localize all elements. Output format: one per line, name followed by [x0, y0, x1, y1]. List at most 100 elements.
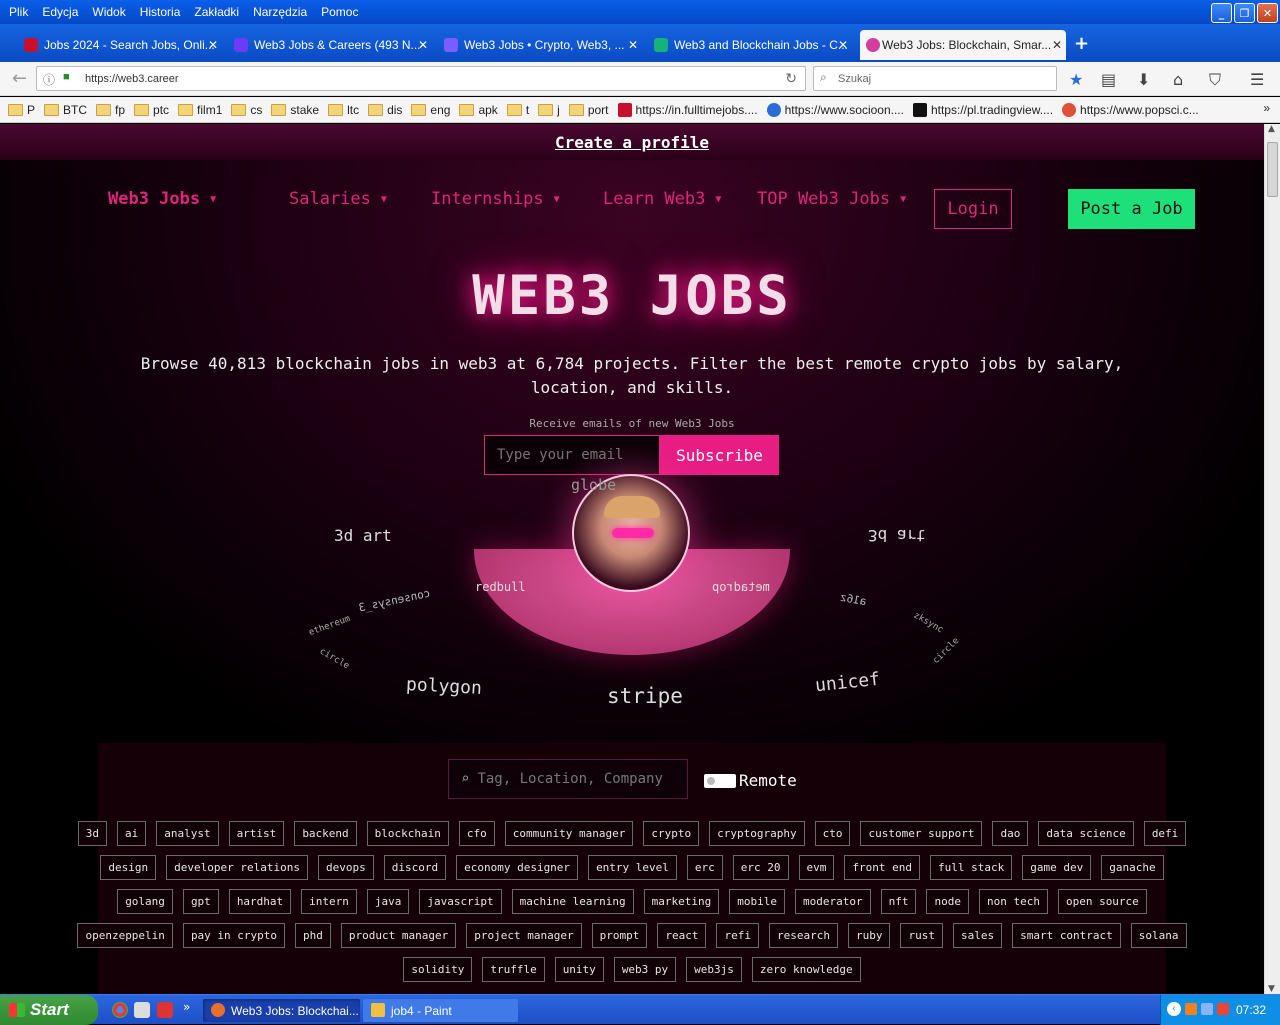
tag-chip[interactable]: data science — [1038, 821, 1134, 846]
tag-chip[interactable]: node — [926, 889, 969, 914]
tag-chip[interactable]: erc 20 — [732, 855, 789, 880]
close-tab-icon[interactable]: ✕ — [838, 38, 848, 52]
tab-jobs2024[interactable]: Jobs 2024 - Search Jobs, Onli... ✕ — [22, 30, 222, 60]
tag-chip[interactable]: web3js — [686, 957, 742, 982]
bookmark-socioon[interactable]: https://www.socioon.... — [766, 102, 904, 117]
tag-chip[interactable]: analyst — [156, 821, 219, 846]
tag-chip[interactable]: zero knowledge — [751, 957, 861, 982]
restore-button[interactable]: ❐ — [1234, 3, 1255, 23]
tag-chip[interactable]: front end — [844, 855, 921, 880]
tag-chip[interactable]: artist — [228, 821, 285, 846]
pocket-icon[interactable]: ⛉ — [1209, 70, 1221, 90]
tag-chip[interactable]: blockchain — [366, 821, 449, 846]
tag-chip[interactable]: cto — [814, 821, 851, 846]
cloud-tag-polygon[interactable]: polygon — [406, 674, 483, 699]
cloud-tag-3d-art-mirrored[interactable]: 3d art — [868, 526, 926, 545]
tag-chip[interactable]: ai — [116, 821, 147, 846]
chrome-icon[interactable] — [112, 1002, 128, 1018]
tag-chip[interactable]: entry level — [588, 855, 677, 880]
close-tab-icon[interactable]: ✕ — [208, 38, 218, 52]
tag-chip[interactable]: pay in crypto — [182, 923, 286, 948]
tag-chip[interactable]: machine learning — [511, 889, 634, 914]
menu-pomoc[interactable]: Pomoc — [314, 5, 365, 19]
tag-chip[interactable]: sales — [952, 923, 1003, 948]
tag-chip[interactable]: rust — [900, 923, 943, 948]
quicklaunch-overflow-icon[interactable]: » — [183, 1000, 190, 1014]
address-bar[interactable]: ⓘ ■ https://web3.career ↻ — [36, 66, 806, 91]
network-icon[interactable] — [1201, 1003, 1213, 1015]
tag-chip[interactable]: crypto — [643, 821, 700, 846]
tag-chip[interactable]: economy designer — [456, 855, 579, 880]
tag-chip[interactable]: marketing — [643, 889, 720, 914]
tag-chip[interactable]: evm — [798, 855, 835, 880]
tag-chip[interactable]: discord — [383, 855, 447, 880]
bookmark-folder-port[interactable]: port — [568, 103, 609, 117]
tag-chip[interactable]: moderator — [794, 889, 871, 914]
menu-edycja[interactable]: Edycja — [35, 5, 85, 19]
tag-chip[interactable]: java — [366, 889, 410, 914]
tag-chip[interactable]: community manager — [504, 821, 634, 846]
bookmark-star-icon[interactable]: ★ — [1069, 70, 1083, 89]
scroll-down-icon[interactable]: ▼ — [1268, 984, 1275, 994]
tag-chip[interactable]: ganache — [1101, 855, 1164, 880]
bookmark-folder-cs[interactable]: cs — [231, 103, 262, 117]
new-tab-button[interactable]: + — [1074, 33, 1089, 54]
tag-chip[interactable]: ruby — [847, 923, 891, 948]
tag-chip[interactable]: refi — [716, 923, 759, 948]
remote-toggle[interactable] — [704, 774, 736, 788]
bookmark-popsci[interactable]: https://www.popsci.c... — [1062, 102, 1199, 117]
tag-chip[interactable]: solidity — [403, 957, 473, 982]
tag-chip[interactable]: dao — [992, 821, 1029, 846]
bookmark-folder-ltc[interactable]: ltc — [328, 103, 359, 117]
post-job-button[interactable]: Post a Job — [1068, 189, 1195, 229]
menu-zakladki[interactable]: Zakładki — [187, 5, 246, 19]
scrollbar-thumb[interactable] — [1267, 142, 1278, 197]
tag-chip[interactable]: openzeppelin — [77, 923, 173, 948]
tab-web3jobs-crypto[interactable]: Web3 Jobs • Crypto, Web3, ... ✕ — [442, 30, 642, 60]
bookmark-folder-stake[interactable]: stake — [271, 103, 319, 117]
start-button[interactable]: Start — [0, 995, 98, 1025]
cloud-tag-redbull[interactable]: redbull — [475, 580, 526, 594]
tag-chip[interactable]: project manager — [466, 923, 582, 948]
bookmark-folder-fp[interactable]: fp — [96, 103, 125, 117]
tag-chip[interactable]: hardhat — [228, 889, 292, 914]
tag-chip[interactable]: mobile — [729, 889, 785, 914]
tag-chip[interactable]: non tech — [978, 889, 1048, 914]
tag-chip[interactable]: react — [657, 923, 707, 948]
tag-chip[interactable]: customer support — [860, 821, 983, 846]
tag-chip[interactable]: open source — [1057, 889, 1147, 914]
subscribe-button[interactable]: Subscribe — [660, 435, 779, 475]
bookmark-fulltimejobs[interactable]: https://in.fulltimejobs.... — [617, 102, 758, 117]
page-scrollbar[interactable]: ▲ ▼ — [1264, 124, 1280, 994]
bookmark-folder-p[interactable]: P — [8, 103, 35, 117]
tray-app-icon[interactable] — [1185, 1003, 1197, 1015]
reading-list-icon[interactable]: ▤ — [1101, 70, 1116, 89]
tag-chip[interactable]: game dev — [1022, 855, 1092, 880]
close-tab-icon[interactable]: ✕ — [628, 38, 638, 52]
cloud-tag-metadrop[interactable]: metadrop — [712, 580, 770, 594]
tag-chip[interactable]: gpt — [182, 889, 219, 914]
menu-narzedzia[interactable]: Narzędzia — [246, 5, 314, 19]
menu-hamburger-icon[interactable]: ☰ — [1250, 70, 1264, 89]
security-icon[interactable] — [1217, 1003, 1229, 1015]
tab-web3-blockchain[interactable]: Web3 and Blockchain Jobs - C... ✕ — [652, 30, 852, 60]
tab-web3jobs-careers[interactable]: Web3 Jobs & Careers (493 N... ✕ — [232, 30, 432, 60]
bookmark-folder-btc[interactable]: BTC — [44, 103, 87, 117]
nav-salaries[interactable]: Salaries ▼ — [289, 189, 387, 209]
tag-chip[interactable]: solana — [1130, 923, 1187, 948]
close-tab-icon[interactable]: ✕ — [418, 38, 428, 52]
taskbar-firefox[interactable]: Web3 Jobs: Blockchai... — [203, 999, 360, 1022]
search-field[interactable]: ⌕ Szukaj — [813, 66, 1057, 91]
nav-web3jobs[interactable]: Web3 Jobs ▼ — [108, 189, 216, 209]
create-profile-link[interactable]: Create a profile — [555, 133, 709, 152]
home-icon[interactable]: ⌂ — [1173, 70, 1183, 89]
tag-chip[interactable]: research — [768, 923, 838, 948]
tag-chip[interactable]: full stack — [930, 855, 1013, 880]
tray-expand-icon[interactable]: ‹ — [1167, 1002, 1181, 1016]
tab-active-web3career[interactable]: Web3 Jobs: Blockchain, Smar... ✕ — [860, 30, 1066, 60]
tag-chip[interactable]: defi — [1143, 821, 1187, 846]
cloud-tag-3d-art[interactable]: 3d art — [334, 526, 392, 545]
tag-chip[interactable]: javascript — [419, 889, 502, 914]
menu-plik[interactable]: Plik — [2, 5, 35, 19]
close-tab-icon[interactable]: ✕ — [1052, 38, 1062, 52]
